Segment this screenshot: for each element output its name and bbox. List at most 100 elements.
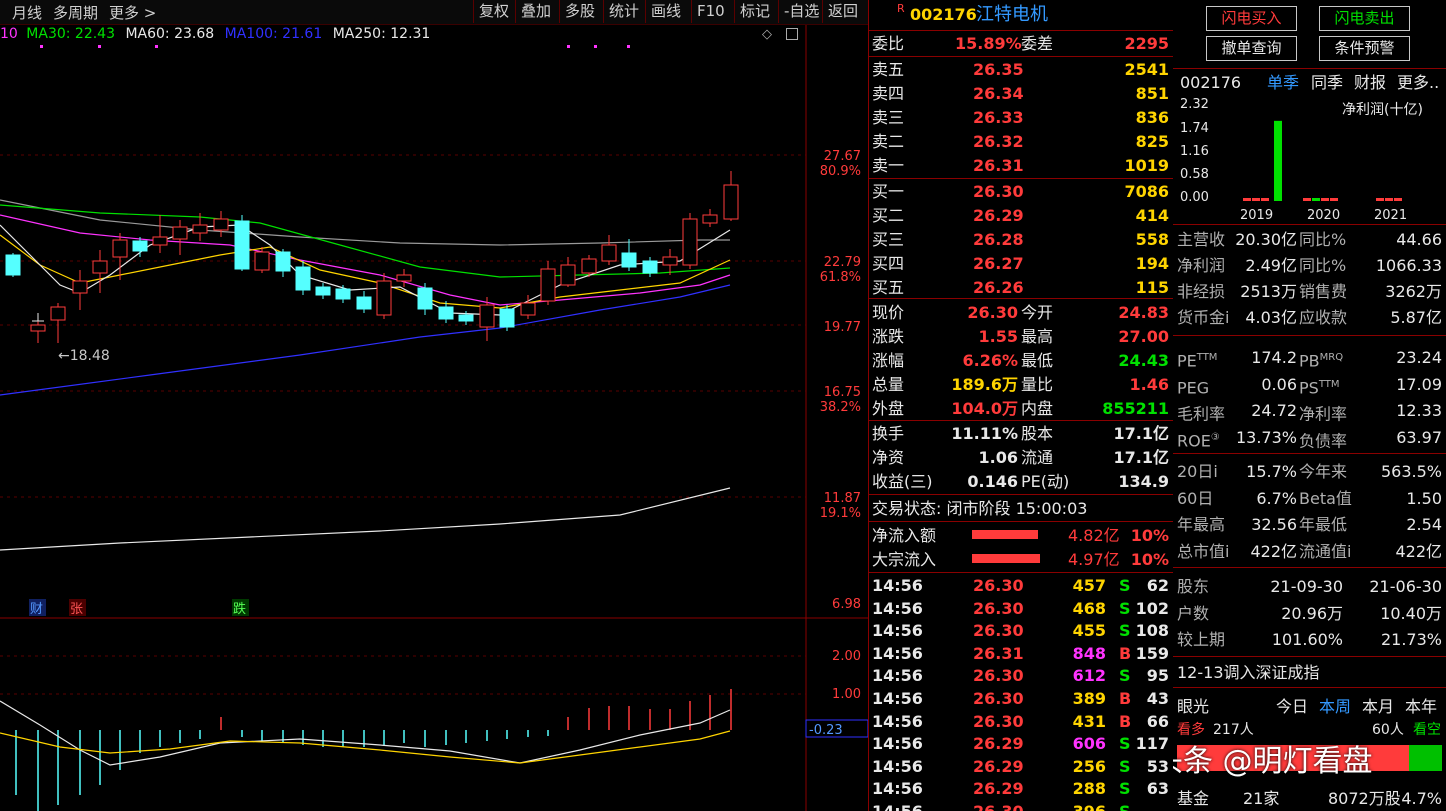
condition-alert-button[interactable]: 条件预警	[1319, 36, 1410, 61]
tick-volume: 848	[1072, 643, 1106, 663]
flash-buy-button[interactable]: 闪电买入	[1206, 6, 1297, 31]
buy-row-4[interactable]: 买五 26.26 115	[869, 276, 1173, 299]
toolbar-item-6[interactable]: 标记	[734, 0, 775, 23]
fin-label: 毛利率	[1177, 399, 1225, 425]
tick-volume: 396	[1073, 801, 1106, 811]
sell-row-1[interactable]: 卖四 26.34 851	[869, 82, 1173, 105]
eye-tab-week[interactable]: 本周	[1319, 695, 1351, 718]
kline-chart[interactable]: 10 MA30: 22.43 MA60: 23.68 MA100: 21.61 …	[0, 25, 868, 811]
fin-label: PSTTM	[1299, 373, 1339, 399]
tick-time: 14:56	[872, 756, 923, 776]
candle-body	[92, 260, 108, 274]
eye-tab-year[interactable]: 本年	[1405, 695, 1437, 718]
tick-time: 14:56	[872, 689, 923, 708]
eye-tab-today[interactable]: 今日	[1276, 695, 1308, 718]
stat-label: 涨幅	[872, 351, 905, 370]
tick-volume: 389	[1072, 689, 1106, 708]
trade-status: 交易状态: 闭市阶段 15:00:03	[869, 497, 1173, 520]
dif-line	[0, 700, 731, 766]
fin-perf-row-2: 年最高 32.56 年最低 2.54	[1173, 513, 1446, 536]
quote-header: R 002176 江特电机	[869, 2, 1173, 28]
fin-perf-row-0: 20日i 15.7% 今年来 563.5%	[1173, 460, 1446, 483]
fin-value: 20.30亿	[1235, 230, 1297, 249]
toolbar-item-7[interactable]: -自选	[778, 0, 824, 23]
tab-same-quarter[interactable]: 同季	[1311, 71, 1343, 94]
holder-value: 10.40万	[1380, 603, 1442, 623]
low-marker: ←18.48	[58, 348, 110, 364]
buy-price: 26.26	[973, 278, 1024, 297]
stat2-row-0: 换手 11.11% 股本 17.1亿	[869, 422, 1173, 445]
flow-label-0: 净流入额	[872, 526, 937, 545]
stat-label: 股本	[1021, 424, 1054, 443]
tab-report[interactable]: 财报	[1354, 71, 1386, 94]
axis-pct-3: 38.2%	[820, 400, 861, 415]
holder-label: 户数	[1177, 603, 1210, 623]
mini-x-label: 2019	[1240, 208, 1273, 223]
toolbar-item-2[interactable]: 多股	[559, 0, 600, 23]
buy-price: 26.27	[973, 254, 1024, 273]
candle-body	[172, 226, 188, 240]
fin-value: 174.2	[1251, 348, 1297, 367]
fin-value: 422亿	[1250, 541, 1297, 561]
sell-row-0[interactable]: 卖五 26.35 2541	[869, 58, 1173, 81]
axis-price-2: 19.77	[824, 320, 861, 335]
fin-label-text: PE	[1177, 351, 1197, 371]
tick-count: 66	[1146, 711, 1169, 731]
tab-monthly[interactable]: 月线	[12, 2, 42, 23]
stat-value: 24.83	[1118, 303, 1169, 322]
holder-value: 21-09-30	[1270, 577, 1343, 596]
sell-row-4[interactable]: 卖一 26.31 1019	[869, 154, 1173, 177]
tick-row-4: 14:56 26.30 612 S 95	[869, 665, 1173, 687]
stat-label: 现价	[872, 303, 905, 322]
sell-label: 卖五	[872, 60, 905, 79]
stat-label: 量比	[1021, 375, 1054, 394]
stock-code: 002176	[910, 5, 977, 24]
cancel-query-button[interactable]: 撤单查询	[1206, 36, 1297, 61]
stat-value: 1.46	[1129, 375, 1169, 394]
tick-count: 62	[1146, 576, 1169, 595]
bull-label: 看多	[1177, 722, 1205, 738]
toolbar-item-3[interactable]: 统计	[603, 0, 644, 23]
fin-label: 非经损	[1177, 282, 1226, 301]
fin-label-text: PS	[1299, 377, 1319, 397]
sell-row-2[interactable]: 卖三 26.33 836	[869, 106, 1173, 129]
buy-row-0[interactable]: 买一 26.30 7086	[869, 180, 1173, 203]
stock-name[interactable]: 江特电机	[976, 2, 1048, 28]
fund-label: 基金	[1177, 789, 1210, 808]
more-menu[interactable]: 更多 >	[109, 2, 156, 23]
fin-label-text: 毛利率	[1177, 404, 1226, 424]
buy-price: 26.30	[973, 182, 1024, 201]
eye-label: 眼光	[1177, 697, 1210, 716]
weibi-label: 委比	[872, 34, 905, 53]
flow-bar-1	[972, 554, 1040, 563]
sell-price: 26.34	[973, 84, 1024, 103]
sell-label: 卖四	[872, 84, 905, 103]
tab-multi-period[interactable]: 多周期	[53, 2, 98, 23]
tick-side: B	[1119, 711, 1132, 731]
tick-side: S	[1119, 756, 1131, 776]
toolbar-item-5[interactable]: F10	[691, 0, 730, 23]
candle-body	[356, 296, 372, 310]
toolbar-item-1[interactable]: 叠加	[515, 0, 556, 23]
stat-value: 134.9	[1118, 472, 1169, 491]
tab-more[interactable]: 更多..	[1397, 71, 1439, 94]
fin-value: 2513万	[1240, 282, 1297, 301]
buy-row-1[interactable]: 买二 26.29 414	[869, 204, 1173, 227]
toolbar-item-8[interactable]: 返回	[822, 0, 863, 23]
toolbar-item-4[interactable]: 画线	[645, 0, 686, 23]
buy-row-2[interactable]: 买三 26.28 558	[869, 228, 1173, 251]
flash-sell-button[interactable]: 闪电卖出	[1319, 6, 1410, 31]
holder-value: 21.73%	[1380, 630, 1442, 649]
axis-pct-1: 61.8%	[820, 270, 861, 285]
tab-single-quarter[interactable]: 单季	[1267, 71, 1299, 94]
toolbar-item-0[interactable]: 复权	[473, 0, 514, 23]
eye-tab-month[interactable]: 本月	[1362, 695, 1394, 718]
fin-label: PEG	[1177, 373, 1209, 399]
candle-body	[72, 280, 88, 294]
buy-row-3[interactable]: 买四 26.27 194	[869, 252, 1173, 275]
index-note: 12-13调入深证成指	[1173, 661, 1446, 684]
tick-price: 26.30	[973, 666, 1024, 686]
fin-value: 5.87亿	[1390, 308, 1442, 327]
weicha-label: 委差	[1021, 34, 1054, 53]
sell-row-3[interactable]: 卖二 26.32 825	[869, 130, 1173, 153]
